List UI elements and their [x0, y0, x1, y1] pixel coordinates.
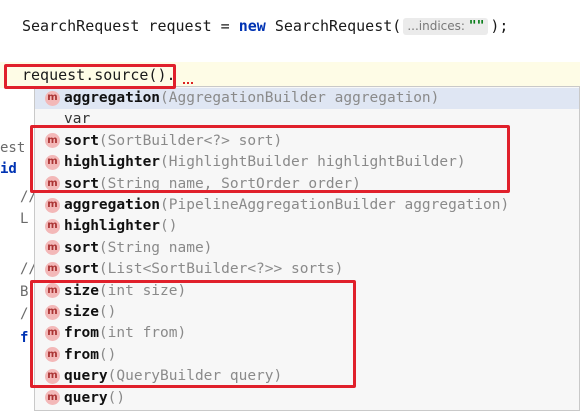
completion-item[interactable]: m sort (List<SortBuilder<?>> sorts) — [35, 259, 579, 280]
hint-label: ...indices: — [407, 19, 465, 33]
completion-item[interactable]: m query() — [35, 387, 579, 408]
method-icon: m — [45, 261, 60, 277]
hint-value: "" — [468, 19, 485, 34]
error-squiggle — [183, 78, 193, 84]
method-icon: m — [45, 218, 60, 234]
code-line-1[interactable]: SearchRequest request = new SearchReques… — [22, 17, 508, 35]
completion-item-signature: () — [107, 389, 126, 406]
completion-item-signature: (String name) — [98, 239, 213, 256]
completion-item[interactable]: m highlighter() — [35, 216, 579, 237]
completion-item-name: highlighter — [64, 218, 161, 235]
method-icon: m — [45, 90, 60, 106]
code-text: SearchRequest( — [265, 17, 402, 35]
completion-item-name: aggregation — [64, 90, 161, 106]
code-text: ); — [490, 17, 509, 35]
code-fragment: est — [0, 140, 26, 156]
completion-item-name: aggregation — [64, 197, 161, 213]
annotation-box-source — [4, 64, 176, 89]
code-fragment: id — [0, 161, 17, 177]
completion-item-signature: (List<SortBuilder<?>> sorts) — [98, 261, 344, 278]
code-text: SearchRequest request = — [22, 17, 239, 35]
completion-item-name: sort — [64, 261, 99, 278]
keyword-new: new — [238, 17, 266, 35]
completion-item-signature: (PipelineAggregationBuilder aggregation) — [160, 197, 510, 213]
completion-item-name: query — [64, 389, 108, 406]
code-fragment: / — [20, 306, 29, 322]
parameter-hint: ...indices: "" — [403, 18, 489, 35]
completion-item[interactable]: m sort (String name) — [35, 237, 579, 258]
code-editor[interactable]: SearchRequest request = new SearchReques… — [0, 0, 580, 411]
method-icon: m — [45, 390, 60, 406]
code-fragment: f — [20, 330, 29, 346]
annotation-box-size-from-query — [30, 280, 356, 388]
completion-item-signature: () — [160, 218, 178, 235]
completion-item-name: sort — [64, 239, 99, 256]
code-fragment: B — [20, 284, 29, 300]
completion-item[interactable]: m aggregation (PipelineAggregationBuilder … — [35, 195, 579, 216]
annotation-box-sort-highlighter — [30, 125, 510, 193]
method-icon: m — [45, 197, 60, 213]
completion-item[interactable]: m aggregation (AggregationBuilder aggregat… — [35, 87, 579, 109]
completion-item-signature: (AggregationBuilder aggregation) — [160, 90, 440, 106]
code-fragment: L — [20, 211, 29, 227]
method-icon: m — [45, 240, 60, 256]
